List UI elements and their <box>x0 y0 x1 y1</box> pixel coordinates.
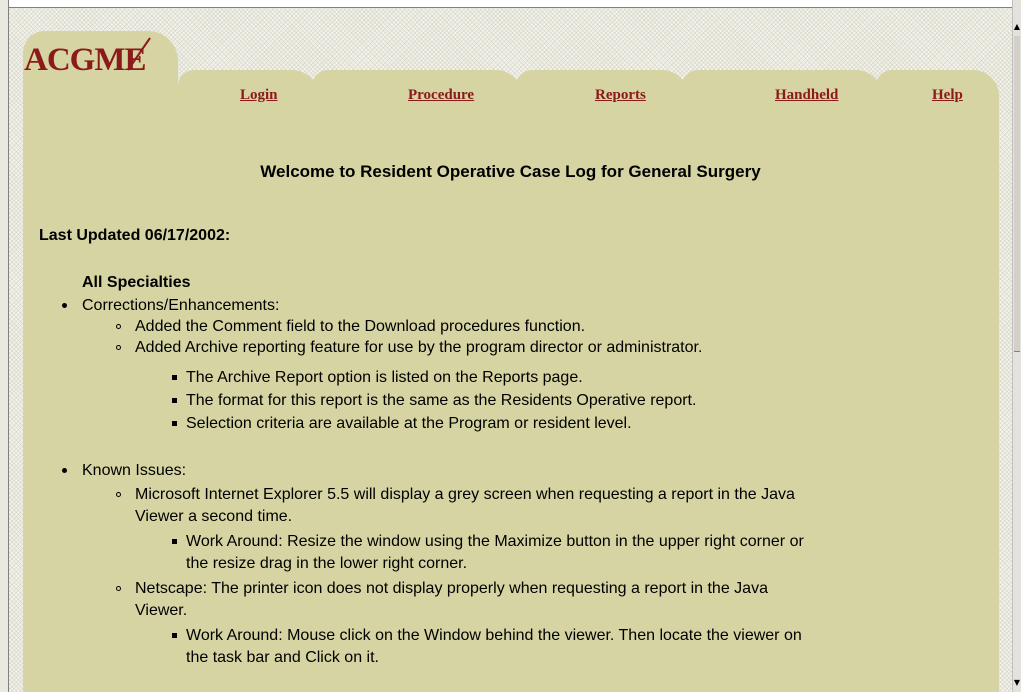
last-updated-heading: Last Updated 06/17/2002: <box>39 227 231 244</box>
section-heading: All Specialties <box>82 274 191 291</box>
bullet-circle <box>116 345 121 350</box>
list-sub-item: The Archive Report option is listed on t… <box>186 369 583 386</box>
bullet-circle <box>116 492 121 497</box>
tab-login[interactable]: Login <box>240 87 278 104</box>
logo-swoosh-icon <box>127 37 151 71</box>
bullet-dot <box>62 303 67 308</box>
bullet-square <box>172 421 177 426</box>
list-heading-corrections: Corrections/Enhancements: <box>82 297 280 314</box>
list-sub-item-continued: the resize drag in the lower right corne… <box>186 555 468 572</box>
scroll-up-arrow-icon[interactable]: ▲ <box>1013 20 1021 34</box>
tab-reports[interactable]: Reports <box>595 87 646 104</box>
tab-help[interactable]: Help <box>932 87 963 104</box>
list-item: Added the Comment field to the Download … <box>135 318 586 335</box>
list-sub-item: Selection criteria are available at the … <box>186 415 632 432</box>
list-item: Netscape: The printer icon does not disp… <box>135 580 768 597</box>
list-heading-issues: Known Issues: <box>82 462 187 479</box>
list-item-continued: Viewer. <box>135 602 188 619</box>
scrollbar-thumb[interactable] <box>1014 36 1020 352</box>
bullet-square <box>172 633 177 638</box>
list-sub-item: Work Around: Mouse click on the Window b… <box>186 627 802 644</box>
list-item-continued: Viewer a second time. <box>135 508 293 525</box>
tab-handheld[interactable]: Handheld <box>775 87 838 104</box>
bullet-dot <box>62 468 67 473</box>
page-title: Welcome to Resident Operative Case Log f… <box>260 162 761 181</box>
window-top-border <box>0 0 1013 8</box>
list-sub-item-continued: the task bar and Click on it. <box>186 649 379 666</box>
list-item: Added Archive reporting feature for use … <box>135 339 703 356</box>
window-left-border <box>0 0 9 692</box>
list-sub-item: The format for this report is the same a… <box>186 392 697 409</box>
bullet-square <box>172 398 177 403</box>
scroll-down-arrow-icon[interactable]: ▼ <box>1013 676 1021 690</box>
list-item: Microsoft Internet Explorer 5.5 will dis… <box>135 486 795 503</box>
vertical-scrollbar[interactable]: ▲ ▼ <box>1012 0 1021 692</box>
bullet-circle <box>116 586 121 591</box>
list-sub-item: Work Around: Resize the window using the… <box>186 533 804 550</box>
bullet-square <box>172 375 177 380</box>
tab-procedure[interactable]: Procedure <box>408 87 474 104</box>
bullet-square <box>172 539 177 544</box>
bullet-circle <box>116 324 121 329</box>
